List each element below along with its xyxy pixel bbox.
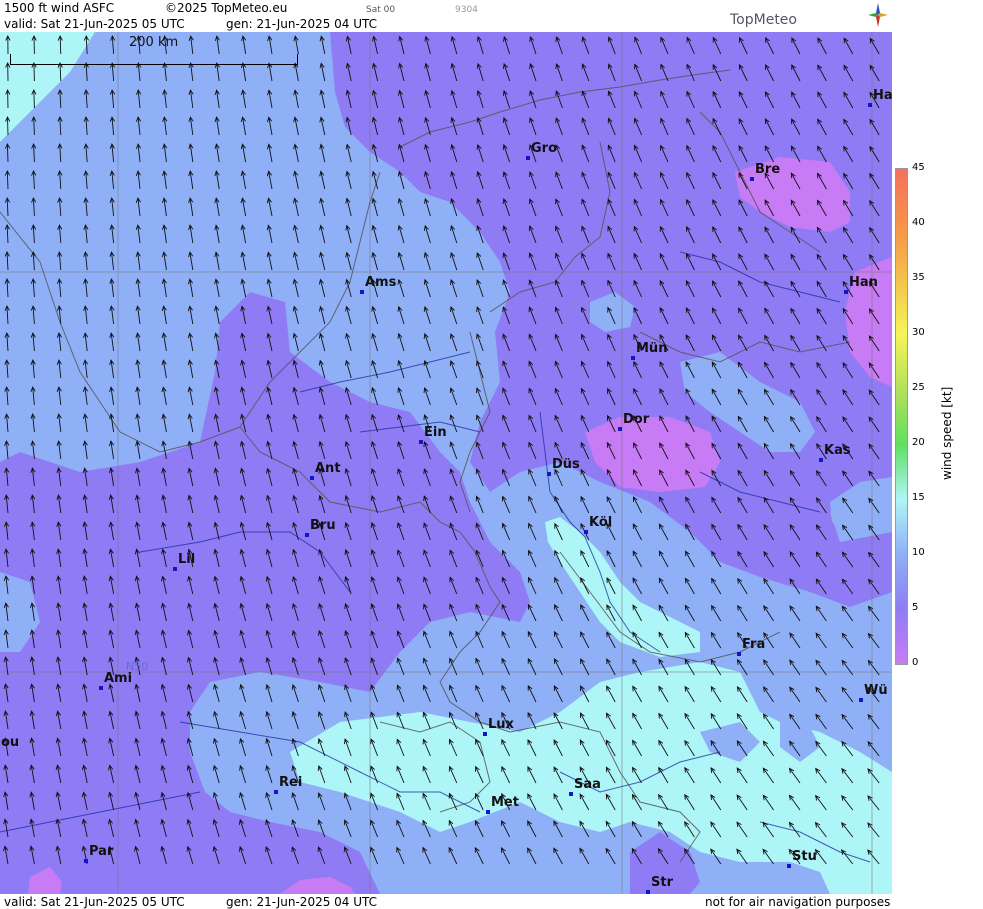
city-label: Ami [104, 671, 133, 686]
legend-tick: 15 [912, 492, 925, 503]
city-marker [631, 356, 635, 360]
city-label: Saa [574, 777, 601, 792]
run-label: Sat 00 [366, 5, 396, 15]
city-label: ou [1, 735, 20, 750]
wind-map[interactable]: 200 km N50 Ha Gro Bre Ams Han Mün Ein Dor Kas Ant… [0, 32, 892, 894]
city-label: Wü [864, 683, 888, 698]
city-marker [360, 290, 364, 294]
city-marker [310, 476, 314, 480]
city-marker [483, 732, 487, 736]
city-marker [569, 792, 573, 796]
city-marker [859, 698, 863, 702]
legend-axis-label: wind speed [kt] [940, 386, 954, 480]
city-marker [486, 810, 490, 814]
legend-tick: 25 [912, 382, 925, 393]
city-marker [99, 686, 103, 690]
legend-tick: 40 [912, 217, 925, 228]
city-label: Düs [552, 457, 580, 472]
city-label: Ant [315, 461, 341, 476]
disclaimer: not for air navigation purposes [705, 895, 891, 909]
scale-bar: 200 km [10, 35, 298, 65]
city-marker [526, 156, 530, 160]
map-footer: valid: Sat 21-Jun-2025 05 UTC gen: 21-Ju… [0, 894, 892, 909]
legend-panel: 45 40 35 30 25 20 15 10 5 0 wind speed [kt] [892, 0, 983, 909]
legend-tick: 10 [912, 547, 925, 558]
city-label: Köl [589, 515, 613, 530]
city-label: Met [491, 795, 519, 810]
footer-valid-time: valid: Sat 21-Jun-2025 05 UTC [4, 895, 185, 909]
legend-tick: 35 [912, 272, 925, 283]
city-label: Bre [755, 162, 781, 177]
city-label: Dor [623, 412, 650, 427]
copyright: ©2025 TopMeteo.eu [165, 1, 288, 15]
city-marker [305, 533, 309, 537]
city-marker [419, 440, 423, 444]
city-label: Lux [488, 717, 514, 732]
city-label: Ha [873, 88, 892, 103]
city-label: Mün [636, 341, 668, 356]
city-label: Ein [424, 425, 447, 440]
city-label: Lil [178, 552, 196, 567]
city-label: Kas [824, 443, 851, 458]
code-label: 9304 [455, 5, 478, 15]
compass-logo-icon [868, 3, 888, 27]
city-marker [547, 472, 551, 476]
legend-tick: 45 [912, 162, 925, 173]
city-marker [84, 859, 88, 863]
city-marker [844, 290, 848, 294]
city-marker [173, 567, 177, 571]
generated-time: gen: 21-Jun-2025 04 UTC [226, 17, 378, 31]
city-marker [737, 652, 741, 656]
topmeteo-logo: TopMeteo [730, 12, 797, 28]
city-label: Bru [310, 518, 336, 533]
city-label: Han [849, 275, 878, 290]
city-marker [787, 864, 791, 868]
legend-tick: 5 [912, 602, 919, 613]
city-label: Ams [365, 275, 397, 290]
city-label: Gro [531, 141, 558, 156]
product-title: 1500 ft wind ASFC [4, 1, 115, 15]
color-bar [895, 168, 908, 665]
footer-generated-time: gen: 21-Jun-2025 04 UTC [226, 895, 378, 909]
city-label: Rei [279, 775, 303, 790]
city-label: Fra [742, 637, 766, 652]
city-marker [750, 177, 754, 181]
city-marker [868, 103, 872, 107]
scale-label: 200 km [129, 35, 179, 50]
legend-tick: 30 [912, 327, 925, 338]
city-label: Stu [792, 849, 817, 864]
city-marker [274, 790, 278, 794]
legend-tick: 20 [912, 437, 925, 448]
city-marker [819, 458, 823, 462]
city-marker [584, 530, 588, 534]
city-label: Str [651, 875, 673, 890]
city-label: Par [89, 844, 114, 859]
map-header: 1500 ft wind ASFC ©2025 TopMeteo.eu Sat … [0, 0, 892, 32]
city-marker [618, 427, 622, 431]
legend-tick: 0 [912, 657, 919, 668]
valid-time: valid: Sat 21-Jun-2025 05 UTC [4, 17, 185, 31]
